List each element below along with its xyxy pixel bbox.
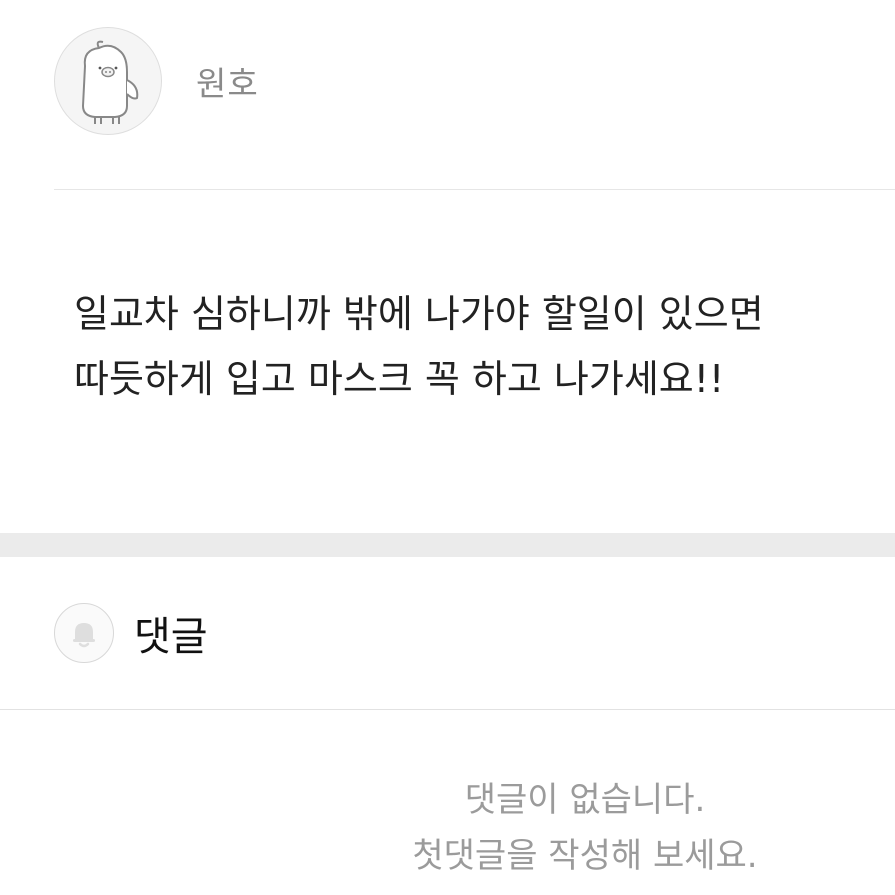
author-divider: [54, 189, 895, 190]
post-text-line-2: 따듯하게 입고 마스크 꼭 하고 나가세요!!: [74, 357, 725, 401]
empty-comments-message: 댓글이 없습니다. 첫댓글을 작성해 보세요.: [0, 772, 895, 884]
author-row: 원호: [54, 26, 259, 136]
author-avatar[interactable]: [54, 27, 162, 135]
section-separator: [0, 533, 895, 557]
comment-notification-button[interactable]: [54, 603, 114, 663]
empty-comments-line-2: 첫댓글을 작성해 보세요.: [412, 836, 758, 876]
pig-character-avatar-icon: [81, 40, 139, 124]
bell-icon: [73, 623, 95, 648]
author-name[interactable]: 원호: [196, 57, 259, 105]
post-text-line-1: 일교차 심하니까 밖에 나가야 할일이 있으면: [74, 292, 764, 336]
comments-title: 댓글: [134, 614, 208, 660]
empty-comments-line-1: 댓글이 없습니다.: [464, 780, 706, 820]
comments-divider: [0, 709, 895, 710]
comments-header: 댓글: [54, 603, 208, 663]
post-body: 일교차 심하니까 밖에 나가야 할일이 있으면 따듯하게 입고 마스크 꼭 하고…: [74, 282, 874, 412]
